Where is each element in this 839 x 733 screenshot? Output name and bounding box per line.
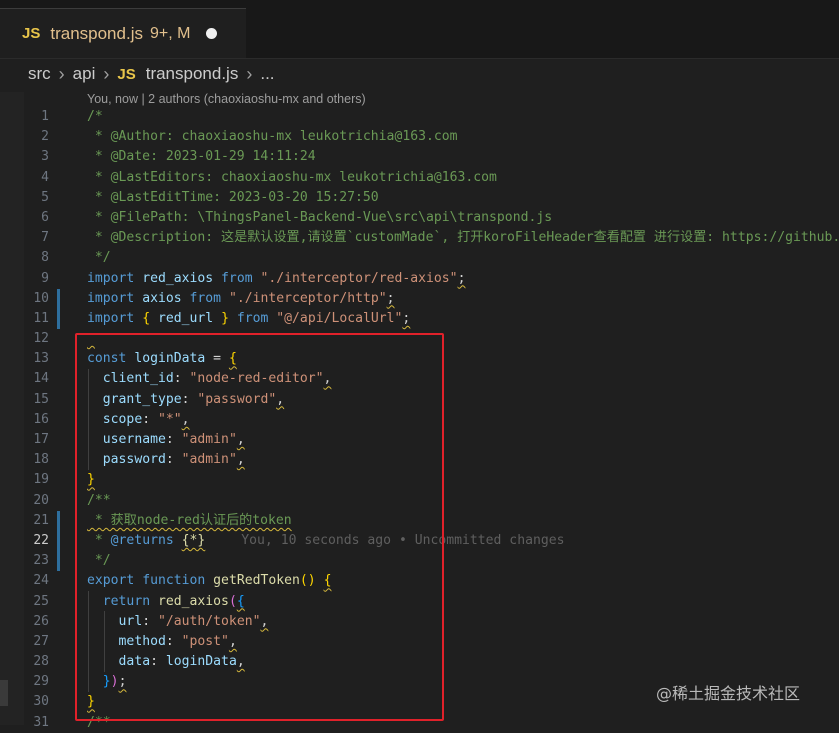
line-number: 9 [41, 270, 49, 286]
editor-tab-bar: JS transpond.js 9+, M [0, 8, 839, 59]
line-number-gutter: 1 2 3 4 5 6 7 8 9 10 11 12 13 14 15 16 1… [0, 107, 56, 733]
line-number-current: 22 [33, 532, 49, 548]
code-line: /* [87, 109, 103, 124]
unsaved-dot-icon[interactable] [206, 28, 218, 39]
line-number: 28 [33, 654, 49, 670]
line-number: 17 [33, 432, 49, 447]
code-line: * @Description: 这是默认设置,请设置`customMade`, … [94, 230, 839, 246]
line-number: 1 [41, 109, 49, 124]
chevron-right-icon: › [58, 63, 65, 84]
breadcrumb-api[interactable]: api [73, 64, 96, 84]
tab-problem-status: 9+, M [149, 24, 191, 42]
line-number: 5 [41, 189, 49, 205]
line-number: 7 [41, 230, 49, 246]
line-number: 19 [33, 472, 49, 488]
line-number: 12 [33, 331, 49, 347]
code-line: * @LastEditTime: 2023-03-20 15:27:50 [87, 189, 379, 205]
line-number: 27 [33, 633, 49, 649]
git-modified-bar [57, 289, 60, 329]
line-number: 24 [33, 573, 49, 589]
code-line: import red_axios from "./interceptor/red… [87, 270, 466, 286]
tab-transpond-js[interactable]: JS transpond.js 9+, M [0, 8, 246, 58]
line-number: 25 [33, 593, 49, 609]
code-line: */ [87, 250, 111, 266]
line-number: 29 [33, 674, 49, 690]
code-line: import axios from "./interceptor/http"; [87, 290, 395, 306]
line-number: 26 [33, 613, 49, 629]
line-number: 3 [41, 149, 49, 165]
chevron-right-icon: › [103, 63, 110, 84]
code-line: * @FilePath: \ThingsPanel-Backend-Vue\sr… [87, 209, 553, 225]
line-number: 2 [41, 129, 49, 145]
line-number: 20 [33, 492, 49, 508]
line-number: 30 [33, 694, 49, 710]
chevron-right-icon: › [246, 63, 253, 84]
window-top-strip [0, 0, 839, 8]
code-line: import { red_url } from "@/api/LocalUrl"… [87, 310, 411, 326]
line-number: 6 [41, 209, 49, 225]
javascript-file-icon: JS [22, 25, 41, 42]
tab-filename: transpond.js [50, 23, 143, 43]
breadcrumb-file[interactable]: transpond.js [146, 64, 239, 84]
line-number: 4 [41, 169, 49, 185]
gitlens-codelens[interactable]: You, now | 2 authors (chaoxiaoshu-mx and… [87, 89, 366, 109]
line-number: 15 [33, 391, 49, 407]
line-number: 23 [33, 553, 49, 569]
javascript-file-icon: JS [117, 65, 136, 83]
watermark: @稀土掘金技术社区 [656, 684, 801, 703]
line-number: 31 [33, 714, 49, 730]
line-number: 14 [33, 371, 49, 387]
line-number: 8 [41, 250, 49, 266]
breadcrumb-src[interactable]: src [28, 64, 51, 84]
line-number: 16 [33, 411, 49, 427]
highlight-box [75, 333, 444, 721]
line-number: 21 [33, 512, 49, 528]
git-modified-bar [57, 511, 60, 571]
code-line: * @LastEditors: chaoxiaoshu-mx leukotric… [87, 169, 497, 185]
line-number: 11 [33, 310, 49, 326]
line-number: 13 [33, 351, 49, 367]
breadcrumb-symbols[interactable]: ... [260, 64, 274, 84]
breadcrumb: src › api › JS transpond.js › ... [0, 59, 839, 89]
code-line: * @Author: chaoxiaoshu-mx leukotrichia@1… [87, 129, 458, 145]
code-line: * @Date: 2023-01-29 14:11:24 [87, 149, 316, 165]
line-number: 18 [33, 452, 49, 468]
line-number: 10 [33, 290, 49, 306]
